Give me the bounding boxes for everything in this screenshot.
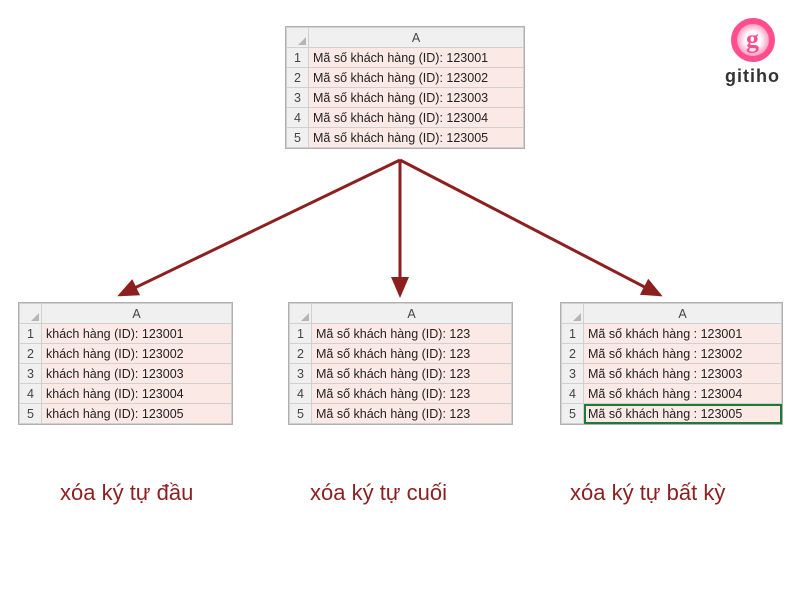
select-all-corner[interactable] (20, 304, 42, 324)
brand-logo: g gitiho (725, 18, 780, 87)
cell[interactable]: khách hàng (ID): 123004 (42, 384, 232, 404)
cell[interactable]: khách hàng (ID): 123003 (42, 364, 232, 384)
row-header[interactable]: 5 (562, 404, 584, 424)
row-header[interactable]: 3 (290, 364, 312, 384)
row-header[interactable]: 4 (20, 384, 42, 404)
cell[interactable]: khách hàng (ID): 123001 (42, 324, 232, 344)
cell-selected[interactable]: Mã số khách hàng : 123005 (584, 404, 782, 424)
row-header[interactable]: 5 (20, 404, 42, 424)
cell[interactable]: Mã số khách hàng (ID): 123002 (309, 68, 524, 88)
row-header[interactable]: 3 (562, 364, 584, 384)
column-header-a[interactable]: A (42, 304, 232, 324)
row-header[interactable]: 4 (290, 384, 312, 404)
row-header[interactable]: 1 (287, 48, 309, 68)
spreadsheet-remove-last: A 1Mã số khách hàng (ID): 123 2Mã số khá… (288, 302, 513, 425)
row-header[interactable]: 3 (287, 88, 309, 108)
cell[interactable]: khách hàng (ID): 123005 (42, 404, 232, 424)
cell[interactable]: Mã số khách hàng (ID): 123 (312, 364, 512, 384)
row-header[interactable]: 4 (287, 108, 309, 128)
row-header[interactable]: 5 (290, 404, 312, 424)
cell[interactable]: Mã số khách hàng (ID): 123 (312, 404, 512, 424)
select-all-corner[interactable] (287, 28, 309, 48)
column-header-a[interactable]: A (584, 304, 782, 324)
cell[interactable]: Mã số khách hàng : 123004 (584, 384, 782, 404)
cell[interactable]: Mã số khách hàng (ID): 123 (312, 324, 512, 344)
brand-glyph: g (746, 24, 759, 54)
row-header[interactable]: 2 (562, 344, 584, 364)
select-all-corner[interactable] (290, 304, 312, 324)
select-all-corner[interactable] (562, 304, 584, 324)
spreadsheet-remove-any: A 1Mã số khách hàng : 123001 2Mã số khác… (560, 302, 783, 425)
spreadsheet-source: A 1Mã số khách hàng (ID): 123001 2Mã số … (285, 26, 525, 149)
cell[interactable]: Mã số khách hàng (ID): 123 (312, 344, 512, 364)
cell[interactable]: Mã số khách hàng (ID): 123005 (309, 128, 524, 148)
caption-remove-last: xóa ký tự cuối (310, 480, 447, 506)
caption-remove-first: xóa ký tự đầu (60, 480, 193, 506)
cell[interactable]: Mã số khách hàng (ID): 123 (312, 384, 512, 404)
row-header[interactable]: 5 (287, 128, 309, 148)
row-header[interactable]: 1 (290, 324, 312, 344)
brand-name: gitiho (725, 66, 780, 87)
spreadsheet-remove-first: A 1khách hàng (ID): 123001 2khách hàng (… (18, 302, 233, 425)
cell[interactable]: Mã số khách hàng (ID): 123003 (309, 88, 524, 108)
cell[interactable]: khách hàng (ID): 123002 (42, 344, 232, 364)
brand-logo-mark: g (731, 18, 775, 62)
row-header[interactable]: 1 (20, 324, 42, 344)
row-header[interactable]: 4 (562, 384, 584, 404)
column-header-a[interactable]: A (309, 28, 524, 48)
cell[interactable]: Mã số khách hàng (ID): 123004 (309, 108, 524, 128)
cell[interactable]: Mã số khách hàng : 123001 (584, 324, 782, 344)
row-header[interactable]: 1 (562, 324, 584, 344)
cell[interactable]: Mã số khách hàng : 123002 (584, 344, 782, 364)
row-header[interactable]: 3 (20, 364, 42, 384)
caption-remove-any: xóa ký tự bất kỳ (570, 480, 725, 506)
row-header[interactable]: 2 (20, 344, 42, 364)
row-header[interactable]: 2 (287, 68, 309, 88)
cell[interactable]: Mã số khách hàng (ID): 123001 (309, 48, 524, 68)
row-header[interactable]: 2 (290, 344, 312, 364)
column-header-a[interactable]: A (312, 304, 512, 324)
cell[interactable]: Mã số khách hàng : 123003 (584, 364, 782, 384)
